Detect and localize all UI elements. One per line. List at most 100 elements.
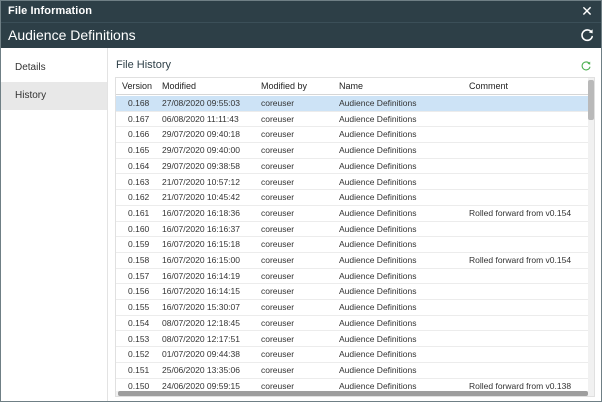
horizontal-scrollbar[interactable]: [116, 391, 589, 396]
table-row[interactable]: 0.159 16/07/2020 16:15:18 coreuser Audience…: [116, 237, 589, 253]
modified-by-cell: coreuser: [261, 364, 295, 375]
name-cell: Audience Definitions: [339, 129, 417, 140]
sidebar: Details History: [1, 48, 108, 401]
table-row[interactable]: 0.157 16/07/2020 16:14:19 coreuser Audience…: [116, 269, 589, 285]
modified-by-cell: coreuser: [261, 349, 295, 360]
modified-cell: 16/07/2020 16:18:36: [162, 207, 240, 218]
modified-cell: 16/07/2020 16:14:15: [162, 286, 240, 297]
table-row[interactable]: 0.167 06/08/2020 11:11:43 coreuser Audience…: [116, 112, 589, 128]
modified-by-cell: coreuser: [261, 302, 295, 313]
title-bar: File Information ✕: [1, 1, 601, 22]
version-cell: 0.157: [128, 270, 150, 281]
modified-by-cell: coreuser: [261, 317, 295, 328]
table-row[interactable]: 0.156 16/07/2020 16:14:15 coreuser Audience…: [116, 284, 589, 301]
modified-by-cell: coreuser: [261, 223, 295, 234]
header-bar: Audience Definitions: [1, 22, 601, 48]
table-header: Version Modified Modified by Name Commen…: [116, 78, 589, 95]
comment-cell: Rolled forward from v0.138: [469, 380, 572, 391]
table-row[interactable]: 0.152 01/07/2020 09:44:38 coreuser Audience…: [116, 347, 589, 363]
vertical-scroll-thumb[interactable]: [588, 80, 594, 120]
window-title: File Information: [8, 5, 93, 17]
file-name-heading: Audience Definitions: [8, 27, 136, 43]
modified-by-cell: coreuser: [261, 192, 295, 203]
modified-by-cell: coreuser: [261, 380, 295, 391]
table-row[interactable]: 0.153 08/07/2020 12:17:51 coreuser Audience…: [116, 332, 589, 348]
modified-by-cell: coreuser: [261, 145, 295, 156]
column-header-name[interactable]: Name: [339, 81, 363, 91]
modified-cell: 16/07/2020 16:16:37: [162, 223, 240, 234]
main-panel: File History Version Modified Modified b…: [108, 48, 601, 401]
sidebar-item-details[interactable]: Details: [1, 54, 107, 82]
modified-cell: 08/07/2020 12:18:45: [162, 317, 240, 328]
name-cell: Audience Definitions: [339, 113, 417, 124]
refresh-icon[interactable]: [579, 27, 595, 43]
modified-cell: 27/08/2020 09:55:03: [162, 98, 240, 108]
name-cell: Audience Definitions: [339, 145, 417, 156]
table-row[interactable]: 0.168 27/08/2020 09:55:03 coreuser Audience…: [116, 96, 589, 112]
modified-by-cell: coreuser: [261, 98, 295, 108]
column-header-modified[interactable]: Modified: [162, 81, 196, 91]
column-header-version[interactable]: Version: [122, 81, 152, 91]
modified-cell: 29/07/2020 09:40:18: [162, 129, 240, 140]
table-row[interactable]: 0.166 29/07/2020 09:40:18 coreuser Audience…: [116, 127, 589, 144]
modified-by-cell: coreuser: [261, 255, 295, 265]
version-cell: 0.164: [128, 160, 150, 171]
modified-by-cell: coreuser: [261, 207, 295, 218]
column-header-comment[interactable]: Comment: [469, 81, 508, 91]
history-refresh-icon[interactable]: [580, 59, 592, 71]
table-row[interactable]: 0.151 25/06/2020 13:35:06 coreuser Audience…: [116, 363, 589, 379]
version-cell: 0.162: [128, 192, 150, 203]
name-cell: Audience Definitions: [339, 223, 417, 234]
modified-cell: 21/07/2020 10:57:12: [162, 176, 240, 187]
name-cell: Audience Definitions: [339, 270, 417, 281]
modified-by-cell: coreuser: [261, 113, 295, 124]
version-cell: 0.155: [128, 302, 150, 313]
name-cell: Audience Definitions: [339, 333, 417, 344]
version-cell: 0.160: [128, 223, 150, 234]
vertical-scrollbar[interactable]: [588, 78, 594, 396]
modified-cell: 01/07/2020 09:44:38: [162, 349, 240, 360]
name-cell: Audience Definitions: [339, 255, 417, 265]
version-cell: 0.165: [128, 145, 150, 156]
name-cell: Audience Definitions: [339, 286, 417, 297]
modified-cell: 16/07/2020 15:30:07: [162, 302, 240, 313]
name-cell: Audience Definitions: [339, 380, 417, 391]
modified-cell: 21/07/2020 10:45:42: [162, 192, 240, 203]
modified-cell: 16/07/2020 16:15:00: [162, 255, 240, 265]
modified-cell: 29/07/2020 09:38:58: [162, 160, 240, 171]
comment-cell: Rolled forward from v0.154: [469, 255, 572, 265]
table-row[interactable]: 0.154 08/07/2020 12:18:45 coreuser Audience…: [116, 316, 589, 332]
table-row[interactable]: 0.165 29/07/2020 09:40:00 coreuser Audience…: [116, 143, 589, 159]
file-information-dialog: File Information ✕ Audience Definitions …: [0, 0, 602, 402]
modified-cell: 16/07/2020 16:15:18: [162, 239, 240, 250]
table-row[interactable]: 0.164 29/07/2020 09:38:58 coreuser Audience…: [116, 159, 589, 175]
close-icon[interactable]: ✕: [579, 3, 595, 19]
version-cell: 0.168: [128, 98, 150, 108]
table-row[interactable]: 0.155 16/07/2020 15:30:07 coreuser Audience…: [116, 300, 589, 316]
table-row[interactable]: 0.161 16/07/2020 16:18:36 coreuser Audience…: [116, 206, 589, 222]
version-cell: 0.163: [128, 176, 150, 187]
column-header-modified-by[interactable]: Modified by: [261, 81, 307, 91]
table-row[interactable]: 0.160 16/07/2020 16:16:37 coreuser Audience…: [116, 222, 589, 238]
modified-by-cell: coreuser: [261, 239, 295, 250]
version-cell: 0.152: [128, 349, 150, 360]
version-cell: 0.156: [128, 286, 150, 297]
name-cell: Audience Definitions: [339, 98, 417, 108]
name-cell: Audience Definitions: [339, 302, 417, 313]
modified-cell: 06/08/2020 11:11:43: [162, 113, 239, 124]
table-row[interactable]: 0.162 21/07/2020 10:45:42 coreuser Audience…: [116, 190, 589, 206]
name-cell: Audience Definitions: [339, 207, 417, 218]
version-cell: 0.150: [128, 380, 150, 391]
modified-by-cell: coreuser: [261, 270, 295, 281]
version-cell: 0.153: [128, 333, 150, 344]
comment-cell: Rolled forward from v0.154: [469, 207, 572, 218]
modified-by-cell: coreuser: [261, 333, 295, 344]
table-row[interactable]: 0.163 21/07/2020 10:57:12 coreuser Audience…: [116, 175, 589, 191]
sidebar-item-history[interactable]: History: [1, 82, 107, 110]
modified-cell: 08/07/2020 12:17:51: [162, 333, 240, 344]
modified-by-cell: coreuser: [261, 129, 295, 140]
table-row[interactable]: 0.158 16/07/2020 16:15:00 coreuser Audience…: [116, 253, 589, 269]
modified-cell: 29/07/2020 09:40:00: [162, 145, 240, 156]
modified-by-cell: coreuser: [261, 176, 295, 187]
horizontal-scroll-thumb[interactable]: [118, 391, 588, 396]
